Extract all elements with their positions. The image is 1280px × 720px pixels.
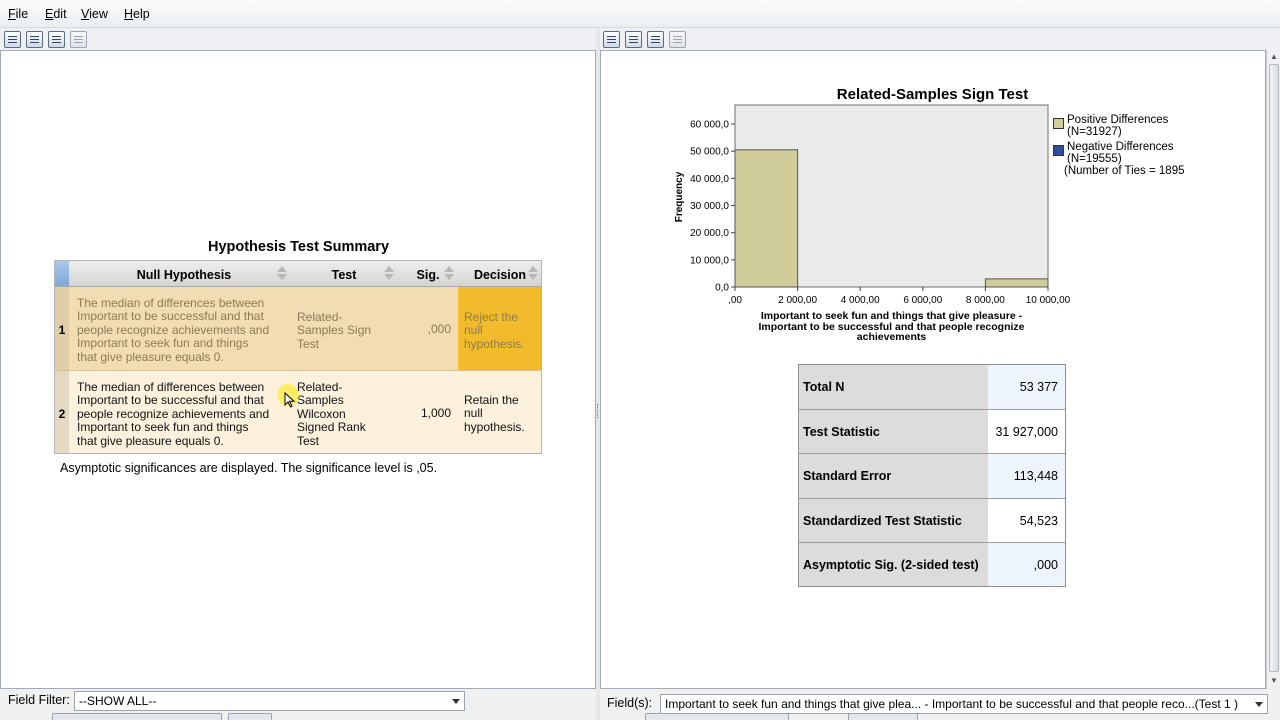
legend-swatch-positive	[1053, 118, 1064, 129]
test-statistics-table: Total N 53 377 Test Statistic 31 927,000…	[798, 364, 1066, 587]
scroll-down-icon[interactable]: ▼	[1269, 676, 1279, 686]
left-toolbar	[0, 28, 596, 50]
stat-value: 54,523	[1019, 513, 1058, 528]
table-header: Null Hypothesis Test Sig. Decision	[55, 261, 541, 287]
sort-icon[interactable]	[383, 266, 395, 282]
view-tab[interactable]	[645, 713, 789, 720]
field-filter-select[interactable]: --SHOW ALL--	[74, 691, 465, 711]
scroll-thumb[interactable]	[1269, 64, 1279, 672]
sort-icon[interactable]	[276, 266, 288, 282]
splitter-grip[interactable]	[597, 404, 599, 418]
menu-help[interactable]: Help	[124, 7, 150, 21]
stat-label: Asymptotic Sig. (2-sided test)	[799, 543, 988, 586]
legend-entry-negative: Negative Differences (N=19555)	[1067, 141, 1174, 165]
stat-value: 113,448	[988, 454, 1065, 498]
stat-value: ,000	[988, 543, 1065, 586]
sig-cell: ,000	[427, 322, 451, 336]
legend-entry-positive: Positive Differences (N=31927)	[1067, 114, 1169, 138]
right-toolbar	[600, 28, 1280, 50]
x-axis-label: Important to seek fun and things that gi…	[758, 310, 1025, 343]
hypothesis-summary-title: Hypothesis Test Summary	[207, 239, 390, 255]
field-filter-label: Field Filter:	[8, 693, 70, 707]
stat-label: Total N	[799, 365, 988, 409]
stat-value: 31 927,000	[995, 424, 1058, 439]
menu-bar: File Edit View Help	[0, 0, 1280, 28]
fields-select[interactable]: Important to seek fun and things that gi…	[660, 694, 1268, 714]
mouse-cursor-icon	[277, 384, 299, 408]
stat-label: Standard Error	[799, 454, 988, 498]
legend-ties: (Number of Ties = 1895	[1064, 165, 1185, 177]
menu-edit[interactable]: Edit	[45, 7, 67, 21]
menu-file[interactable]: File	[8, 7, 28, 21]
pin-icon[interactable]	[669, 31, 686, 48]
paste-icon[interactable]	[625, 31, 642, 48]
hypothesis-summary-table: Null Hypothesis Test Sig. Decision 1 The…	[54, 260, 542, 454]
pin-icon[interactable]	[70, 31, 87, 48]
chart-title: Related-Samples Sign Test	[836, 86, 1029, 103]
copy-icon[interactable]	[4, 31, 21, 48]
row-number: 1	[55, 287, 69, 370]
sort-icon[interactable]	[527, 266, 539, 282]
paste-icon[interactable]	[26, 31, 43, 48]
view-tab[interactable]	[52, 713, 222, 720]
sort-icon[interactable]	[443, 266, 455, 282]
stat-label: Test Statistic	[799, 410, 988, 453]
row-number: 2	[55, 371, 69, 453]
test-cell: Related- Samples Wilcoxon Signed Rank Te…	[297, 380, 366, 448]
view-tab[interactable]	[228, 713, 272, 720]
table-row: Standard Error 113,448	[799, 454, 1065, 499]
header-null-hypothesis[interactable]: Null Hypothesis	[69, 268, 299, 282]
chevron-down-icon[interactable]	[452, 699, 460, 704]
print-icon[interactable]	[48, 31, 65, 48]
chevron-down-icon[interactable]	[1255, 702, 1263, 707]
copy-icon[interactable]	[603, 31, 620, 48]
null-hypothesis-cell: The median of differences between Import…	[77, 380, 270, 448]
sig-cell: 1,000	[420, 406, 451, 420]
legend-swatch-negative	[1053, 145, 1064, 156]
table-row: Total N 53 377	[799, 365, 1065, 410]
stat-label: Standardized Test Statistic	[799, 499, 988, 542]
menu-view[interactable]: View	[81, 7, 108, 21]
header-decision[interactable]: Decision	[467, 268, 533, 282]
view-tab[interactable]	[848, 713, 918, 720]
stat-value: 53 377	[988, 365, 1065, 409]
fields-label: Field(s):	[607, 696, 653, 710]
table-row: Test Statistic 31 927,000	[799, 410, 1065, 454]
test-cell: Related- Samples Sign Test	[297, 310, 372, 351]
table-row[interactable]: 2 The median of differences between Impo…	[55, 371, 541, 453]
header-corner	[55, 261, 69, 286]
decision-cell: Reject the null hypothesis.	[464, 310, 525, 351]
scroll-up-icon[interactable]: ▲	[1269, 52, 1279, 62]
null-hypothesis-cell: The median of differences between Import…	[77, 296, 270, 364]
table-row: Asymptotic Sig. (2-sided test) ,000	[799, 543, 1065, 586]
header-sig[interactable]: Sig.	[410, 268, 446, 282]
table-row[interactable]: 1 The median of differences between Impo…	[55, 287, 541, 371]
decision-cell: Retain the null hypothesis.	[464, 393, 525, 434]
table-row: Standardized Test Statistic 54,523	[799, 499, 1065, 543]
significance-footnote: Asymptotic significances are displayed. …	[60, 461, 438, 475]
vertical-scrollbar[interactable]: ▲ ▼	[1266, 50, 1280, 689]
header-test[interactable]: Test	[299, 268, 389, 282]
print-icon[interactable]	[647, 31, 664, 48]
